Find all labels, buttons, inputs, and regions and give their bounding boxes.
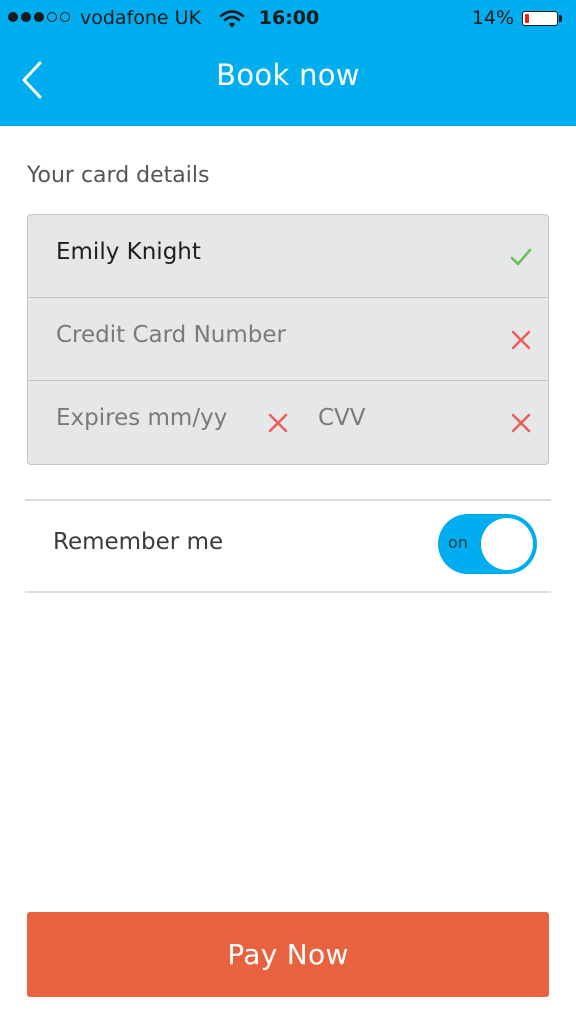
cvv-field[interactable]: CVV	[318, 405, 366, 431]
card-number-row: Credit Card Number	[28, 298, 548, 381]
battery-tip	[559, 15, 562, 22]
cross-icon	[511, 413, 531, 433]
pay-now-button[interactable]: Pay Now	[27, 912, 549, 997]
card-details-form: Emily Knight Credit Card Number Expires …	[27, 214, 549, 465]
check-icon	[510, 248, 532, 266]
expiry-field[interactable]: Expires mm/yy	[56, 405, 227, 431]
expiry-cvv-row: Expires mm/yy CVV	[28, 381, 548, 464]
toggle-knob	[481, 518, 533, 570]
divider	[25, 591, 551, 593]
battery-icon	[522, 11, 558, 26]
cross-icon	[268, 413, 288, 433]
remember-me-toggle[interactable]: on	[438, 514, 537, 574]
toggle-state-label: on	[448, 533, 468, 552]
cardholder-name-row: Emily Knight	[28, 215, 548, 298]
cardholder-name-field[interactable]: Emily Knight	[56, 239, 201, 265]
card-details-heading: Your card details	[27, 163, 210, 188]
remember-me-label: Remember me	[53, 529, 224, 555]
divider	[25, 499, 551, 501]
card-number-field[interactable]: Credit Card Number	[56, 322, 286, 348]
status-bar: vodafone UK 16:00 14%	[0, 0, 576, 38]
app-header: vodafone UK 16:00 14% Book now	[0, 0, 576, 126]
battery-percentage: 14%	[471, 7, 514, 29]
battery-level	[525, 14, 529, 23]
page-title: Book now	[216, 58, 360, 92]
cross-icon	[511, 330, 531, 350]
